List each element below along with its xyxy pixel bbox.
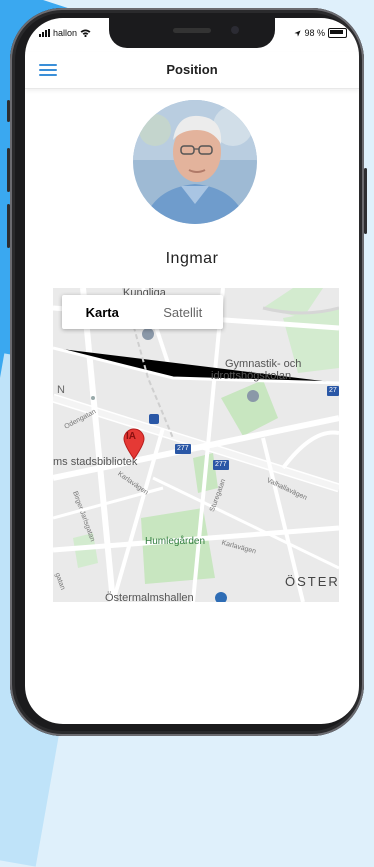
- map-label-oster: ÖSTER: [285, 574, 339, 589]
- map-label-ostermalmshallen: Östermalmshallen: [105, 592, 194, 602]
- carrier-name: hallon: [53, 28, 78, 38]
- volume-up-button: [7, 148, 10, 192]
- profile-name: Ingmar: [165, 250, 219, 267]
- profile-avatar: [133, 100, 257, 224]
- notch: [109, 18, 275, 48]
- signal-icon: [39, 29, 50, 37]
- front-camera: [231, 26, 239, 34]
- map-label-n: N: [57, 384, 65, 396]
- map-label-idrottshogskolan: idrottshögskolan: [211, 370, 292, 382]
- phone-screen: hallon 98 % Position Ingmar Kungliga Gym…: [25, 18, 359, 724]
- map-label-gymnastik: Gymnastik- och: [225, 358, 302, 370]
- map-pin-label: IA: [126, 431, 136, 442]
- map-view[interactable]: Kungliga Gymnastik- och idrottshögskolan…: [53, 288, 339, 602]
- map-label-humlegarden: Humlegården: [145, 536, 206, 547]
- speaker: [173, 28, 211, 33]
- map-tiles: [53, 288, 339, 602]
- route-shield-277: 277: [213, 460, 229, 470]
- map-type-toggle: Karta Satellit: [62, 295, 223, 329]
- wifi-icon: [80, 29, 91, 37]
- route-shield-27: 27: [327, 386, 339, 396]
- battery-percentage: 98 %: [304, 28, 325, 38]
- avatar-photo: [133, 100, 257, 224]
- page-title: Position: [166, 62, 218, 77]
- location-arrow-icon: [294, 29, 302, 37]
- power-button: [364, 168, 367, 234]
- battery-icon: [328, 28, 347, 38]
- mute-switch: [7, 100, 10, 122]
- tab-karta[interactable]: Karta: [62, 295, 143, 329]
- navigation-bar: Position: [25, 52, 359, 89]
- route-shield-277: 277: [175, 444, 191, 454]
- tab-satellit[interactable]: Satellit: [143, 295, 224, 329]
- volume-down-button: [7, 204, 10, 248]
